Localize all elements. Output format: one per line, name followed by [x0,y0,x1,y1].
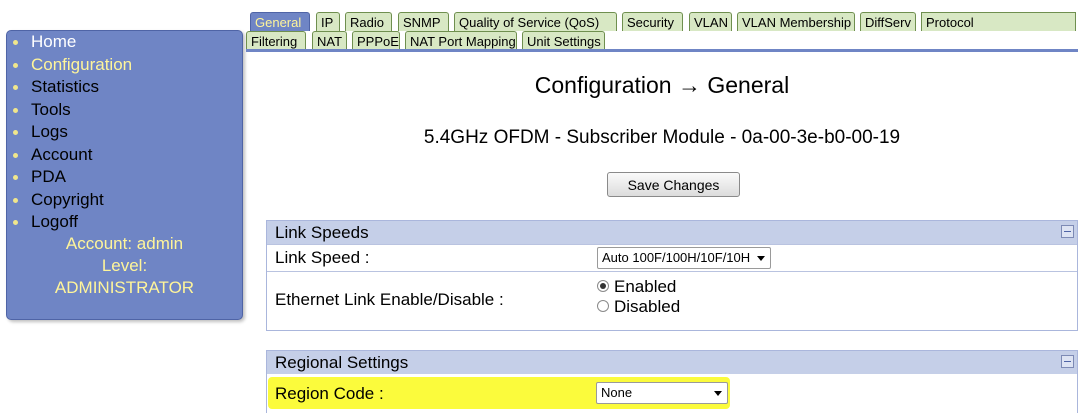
page-title: Configuration → General [534,72,790,98]
sidebar-item-home[interactable]: Home [13,31,132,54]
tab-divider [246,49,1078,52]
sidebar-item-label[interactable]: Logoff [31,212,78,231]
link-speeds-section: Link Speeds Link Speed : Auto 100F/100H/… [266,220,1078,331]
tab-diffserv[interactable]: DiffServ [860,12,916,31]
sidebar-item-tools[interactable]: Tools [13,99,132,122]
bullet-icon [13,85,18,90]
collapse-icon[interactable] [1061,225,1074,238]
region-code-value: None [601,385,633,400]
tab-pppoe[interactable]: PPPoE [352,31,400,50]
tab-radio[interactable]: Radio [345,12,392,31]
level-value: ADMINISTRATOR [54,278,195,297]
account-info: Account: admin [65,234,184,253]
enabled-option[interactable]: Enabled [597,277,680,297]
link-speed-select[interactable]: Auto 100F/100H/10F/10H [597,247,772,269]
tab-vlan-membership[interactable]: VLAN Membership [737,12,855,31]
tab-qos[interactable]: Quality of Service (QoS) [454,12,617,31]
link-speed-label: Link Speed : [275,248,370,267]
tab-ip[interactable]: IP [316,12,340,31]
ethernet-link-label: Ethernet Link Enable/Disable : [275,290,504,309]
tab-security[interactable]: Security [622,12,683,31]
radio-enabled[interactable] [597,280,609,292]
sidebar-menu: Home Configuration Statistics Tools Logs… [13,31,132,234]
bullet-icon [13,40,18,45]
section-title: Link Speeds [275,223,369,242]
bullet-icon [13,130,18,135]
sidebar-item-label[interactable]: Account [31,145,92,164]
sidebar-item-label[interactable]: Tools [31,100,71,119]
chevron-down-icon [714,391,722,396]
level-label: Level: [101,256,148,275]
ethernet-link-row: Ethernet Link Enable/Disable : Enabled D… [267,271,1077,329]
section-header: Regional Settings [267,351,1077,374]
bullet-icon [13,197,18,203]
bullet-icon [13,220,18,225]
bullet-icon [13,152,18,158]
sidebar-item-pda[interactable]: PDA [13,166,132,189]
bullet-icon [13,62,18,68]
sidebar-nav: Home Configuration Statistics Tools Logs… [6,30,243,320]
sidebar-item-statistics[interactable]: Statistics [13,76,132,99]
disabled-label: Disabled [614,297,681,316]
page-subtitle: 5.4GHz OFDM - Subscriber Module - 0a-00-… [423,127,901,148]
tab-filtering[interactable]: Filtering [246,31,306,50]
tab-vlan[interactable]: VLAN [689,12,732,31]
sidebar-item-logoff[interactable]: Logoff [13,211,132,234]
disabled-option[interactable]: Disabled [597,297,680,317]
tab-nat[interactable]: NAT [312,31,347,50]
sidebar-item-label[interactable]: Statistics [31,77,99,96]
tab-protocol[interactable]: Protocol [921,12,1076,31]
bullet-icon [13,107,18,113]
sidebar-item-copyright[interactable]: Copyright [13,189,132,212]
tab-bar: General IP Radio SNMP Quality of Service… [246,0,1076,50]
enabled-label: Enabled [614,277,677,296]
link-speed-value: Auto 100F/100H/10F/10H [602,250,751,265]
bullet-icon [13,175,18,180]
sidebar-item-label[interactable]: Copyright [31,190,104,209]
tab-nat-port-mapping[interactable]: NAT Port Mapping [405,31,517,50]
sidebar-item-label[interactable]: PDA [31,167,66,186]
section-title: Regional Settings [275,353,409,372]
region-code-select[interactable]: None [596,382,728,404]
tab-unit-settings[interactable]: Unit Settings [522,31,605,50]
radio-disabled[interactable] [597,300,609,312]
region-code-label: Region Code : [275,384,384,403]
sidebar-item-configuration[interactable]: Configuration [13,54,132,77]
sidebar-item-logs[interactable]: Logs [13,121,132,144]
tab-snmp[interactable]: SNMP [398,12,449,31]
save-button[interactable]: Save Changes [607,172,740,197]
ethernet-link-radio-group: Enabled Disabled [597,277,680,317]
sidebar-item-label[interactable]: Configuration [31,55,132,74]
sidebar-item-account[interactable]: Account [13,144,132,167]
link-speed-row: Link Speed : Auto 100F/100H/10F/10H [267,244,1077,271]
sidebar-item-label[interactable]: Home [31,32,76,51]
collapse-icon[interactable] [1061,355,1074,368]
sidebar-item-label[interactable]: Logs [31,122,68,141]
section-header: Link Speeds [267,221,1077,244]
chevron-down-icon [757,256,766,261]
tab-general[interactable]: General [250,12,310,31]
